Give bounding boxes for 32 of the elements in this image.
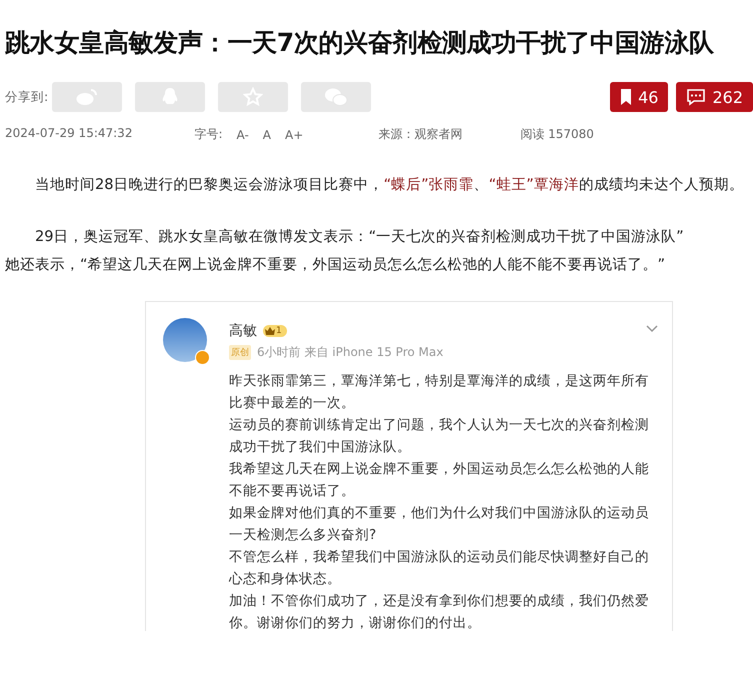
verified-icon — [195, 350, 210, 365]
article-paragraph: 29日，奥运冠军、跳水女皇高敏在微博发文表示：“一天七次的兴奋剂检测成功干扰了中国游泳队” — [34, 227, 685, 247]
article-paragraph: 当地时间28日晚进行的巴黎奥运会游泳项目比赛中，“蝶后”张雨霏、“蛙王”覃海洋的成绩均未达个人预期。 — [34, 175, 745, 195]
post-text: 如果金牌对他们真的不重要，他们为什么对我们中国游泳队的运动员一天检测怎么多兴奋剂? — [229, 504, 650, 545]
font-size-option[interactable]: A — [262, 126, 271, 143]
font-size-option[interactable]: A+ — [285, 126, 304, 143]
article-source: 来源：观察者网 — [378, 126, 462, 143]
author-name[interactable]: 高敏 — [229, 322, 257, 340]
post-text: 我希望这几天在网上说金牌不重要，外国运动员怎么怎么松弛的人能不能不要再说话了。 — [229, 460, 650, 501]
share-label: 分享到: — [5, 88, 50, 106]
publish-time: 2024-07-29 15:47:32 — [5, 126, 132, 142]
wechat-icon — [324, 87, 348, 107]
share-button[interactable] — [301, 82, 371, 112]
level-badge: 1 — [263, 325, 287, 337]
bookmark-button[interactable]: 46 — [610, 82, 668, 112]
original-tag: 原创 — [229, 345, 251, 360]
bookmark-icon — [620, 89, 632, 105]
article-title: 跳水女皇高敏发声：一天7次的兴奋剂检测成功干扰了中国游泳队 — [5, 27, 715, 59]
name-link[interactable]: “蝶后”张雨霏 — [384, 176, 474, 193]
post-text: 加油！不管你们成功了，还是没有拿到你们想要的成绩，我们仍然爱你。谢谢你们的努力，谢谢你们的付出。 — [229, 592, 650, 631]
post-text: 昨天张雨霏第三，覃海洋第七，特别是覃海洋的成绩，是这两年所有比赛中最差的一次。 — [229, 372, 650, 413]
post-time-source: 6小时前 来自 iPhone 15 Pro Max — [257, 344, 444, 361]
read-count: 阅读 157080 — [520, 126, 594, 143]
chevron-down-icon[interactable] — [646, 325, 658, 333]
comment-button[interactable]: 262 — [676, 82, 753, 112]
name-link[interactable]: “蛙王”覃海洋 — [488, 176, 579, 193]
font-size-option[interactable]: A- — [236, 126, 249, 143]
comment-icon — [686, 88, 706, 106]
post-text: 不管怎么样，我希望我们中国游泳队的运动员们能尽快调整好自己的心态和身体状态。 — [229, 548, 650, 589]
post-text: 运动员的赛前训练肯定出了问题，我个人认为一天七次的兴奋剂检测成功干扰了我们中国游泳队。 — [229, 416, 650, 457]
font-size-label: 字号: — [194, 126, 222, 143]
article-paragraph: 她还表示，“希望这几天在网上说金牌不重要，外国运动员怎么怎么松弛的人能不能不要再说话了。” — [5, 255, 666, 275]
